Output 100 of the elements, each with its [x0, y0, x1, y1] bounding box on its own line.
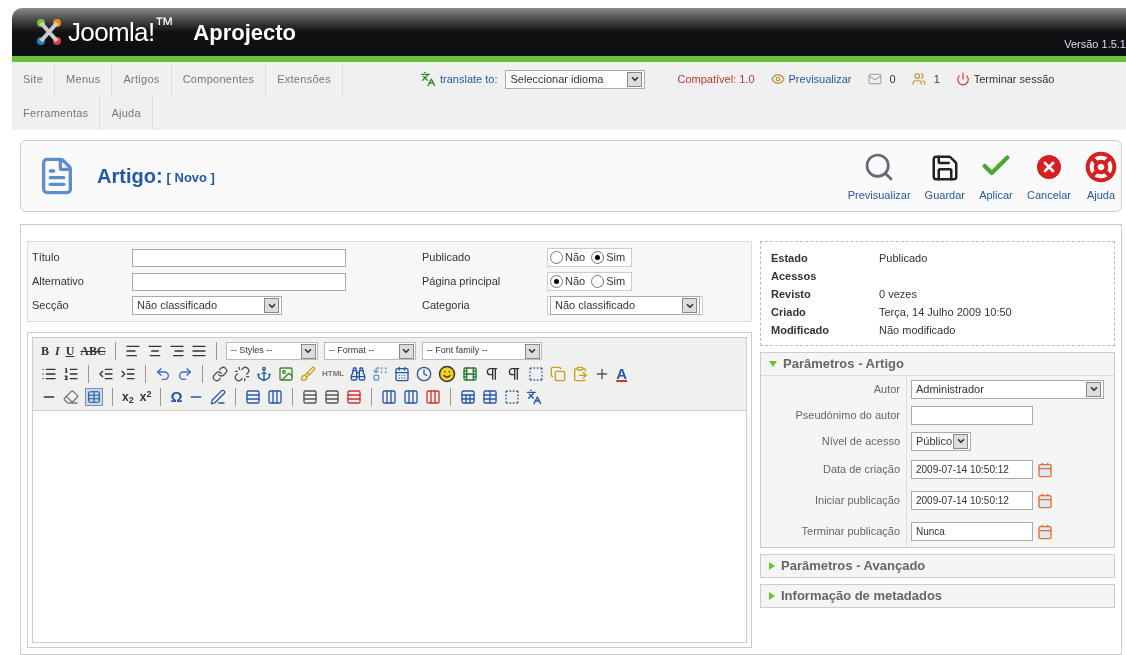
message-count: 0 [889, 71, 896, 87]
table-icon[interactable] [482, 389, 499, 405]
text-field[interactable] [132, 272, 346, 291]
select-field[interactable]: Seleccionar idioma [505, 69, 646, 89]
binoculars-icon[interactable] [350, 366, 367, 382]
parameter-label: Pseudónimo do autor [761, 402, 907, 428]
align-left-icon[interactable] [124, 343, 141, 359]
preview-icon [770, 72, 785, 86]
column-delete-icon[interactable] [425, 389, 442, 405]
radio-button[interactable] [591, 275, 605, 288]
frame-icon[interactable] [504, 389, 521, 405]
select-field[interactable]: Não classificado [550, 296, 700, 315]
preview-link[interactable]: Previsualizar [788, 70, 852, 88]
calendar-icon[interactable] [1037, 461, 1053, 478]
menu-item[interactable]: Artigos [112, 62, 172, 96]
subscript-button[interactable]: x$_{2}$ [122, 388, 134, 406]
html-button[interactable]: HTML [322, 368, 345, 380]
table-row-icon[interactable] [245, 389, 262, 405]
redo-icon[interactable] [177, 366, 193, 382]
align-justify-icon[interactable] [190, 343, 207, 359]
table-column-icon[interactable] [267, 389, 284, 405]
section-header[interactable]: Parâmetros - Artigo [761, 353, 1114, 375]
superscript-button[interactable]: x$^{2}$ [139, 388, 152, 406]
logout-link[interactable]: Terminar sessão [973, 70, 1055, 88]
menu-item[interactable]: Extensões [266, 62, 343, 96]
toolbar-button[interactable]: Ajuda [1083, 150, 1119, 204]
field-label: Título [32, 250, 61, 266]
logo-text: Joomla!$^{™}$ [68, 12, 174, 49]
replace-icon[interactable] [372, 366, 389, 382]
select-field[interactable]: -- Format -- [323, 342, 416, 360]
clock-icon[interactable] [416, 366, 433, 382]
undo-icon[interactable] [155, 366, 171, 382]
outdent-icon[interactable] [98, 366, 114, 382]
menu-item[interactable]: Site [12, 62, 56, 96]
info-label: Revisto [771, 287, 812, 301]
toolbar-button[interactable]: Cancelar [1024, 150, 1073, 204]
row-insert-icon[interactable] [324, 389, 341, 405]
row-insert-icon[interactable] [302, 389, 319, 405]
toolbar-button[interactable]: Previsualizar [845, 150, 913, 204]
image-icon[interactable] [278, 366, 294, 382]
align-right-icon[interactable] [168, 343, 185, 359]
layer-icon[interactable] [528, 366, 545, 382]
mail-icon [867, 72, 882, 86]
align-center-icon[interactable] [146, 343, 163, 359]
anchor-icon[interactable] [256, 366, 272, 382]
smiley-icon[interactable] [438, 365, 457, 383]
translate-icon [420, 71, 436, 87]
lifebuoy-icon [1085, 150, 1117, 183]
menu-item[interactable]: Ferramentas [12, 96, 101, 130]
calendar-icon[interactable] [1037, 492, 1053, 509]
date-field[interactable]: 2009-07-14 10:50:12 [911, 460, 1033, 479]
bullet-list-icon[interactable] [41, 366, 57, 382]
date-field[interactable]: Nunca [911, 522, 1033, 541]
date-field[interactable]: 2009-07-14 10:50:12 [911, 491, 1033, 510]
column-insert-icon[interactable] [403, 389, 420, 405]
info-label: Estado [771, 251, 809, 265]
indent-icon[interactable] [120, 366, 136, 382]
field-label: Página principal [422, 274, 502, 290]
eraser-icon[interactable] [63, 389, 79, 405]
radio-button[interactable] [550, 275, 563, 288]
unlink-icon[interactable] [234, 366, 250, 382]
parameter-label: Data de criação [761, 454, 907, 485]
field-label: Categoria [422, 298, 471, 314]
select-field[interactable]: Administrador [911, 379, 1104, 399]
logo-icon [34, 17, 64, 47]
menu-item[interactable]: Componentes [171, 62, 267, 96]
text-field[interactable] [911, 405, 1033, 425]
toolbar-button[interactable]: Aplicar [976, 148, 1015, 204]
format-button[interactable]: I [55, 342, 60, 360]
film-icon[interactable] [462, 366, 479, 382]
select-field[interactable]: Público [911, 431, 971, 451]
format-button[interactable]: ABC [80, 342, 106, 360]
format-button[interactable]: B [41, 342, 49, 360]
parameter-label: Autor [761, 376, 907, 402]
parameter-label: Nível de acesso [761, 428, 907, 454]
menu-item[interactable]: Menus [55, 62, 113, 96]
radio-button[interactable] [591, 251, 605, 264]
table-toggle-button[interactable] [85, 388, 103, 406]
text-field[interactable] [132, 248, 346, 267]
numbered-list-icon[interactable] [63, 366, 79, 382]
special-character-button[interactable]: Ω [170, 385, 183, 409]
format-button[interactable]: U [65, 342, 75, 360]
text-color-button[interactable]: A [616, 362, 628, 386]
calendar-icon[interactable] [1037, 523, 1053, 540]
table-icon[interactable] [460, 389, 477, 405]
translate-label[interactable]: translate to: [440, 70, 498, 88]
row-delete-icon[interactable] [346, 389, 363, 405]
radio-button[interactable] [550, 251, 563, 264]
select-field[interactable]: -- Styles -- [225, 342, 318, 360]
column-insert-icon[interactable] [381, 389, 398, 405]
select-field[interactable]: -- Font family -- [421, 342, 542, 360]
select-field[interactable]: Não classificado [132, 296, 282, 315]
section-header[interactable]: Parâmetros - Avançado [761, 555, 1114, 577]
toolbar-button[interactable]: Guardar [922, 152, 967, 204]
edit-icon[interactable] [210, 389, 227, 405]
calendar-icon[interactable] [394, 366, 411, 382]
menu-item[interactable]: Ajuda [100, 96, 153, 130]
link-icon[interactable] [212, 366, 228, 382]
section-header[interactable]: Informação de metadados [761, 585, 1114, 607]
field-label: Alternativo [32, 274, 85, 290]
